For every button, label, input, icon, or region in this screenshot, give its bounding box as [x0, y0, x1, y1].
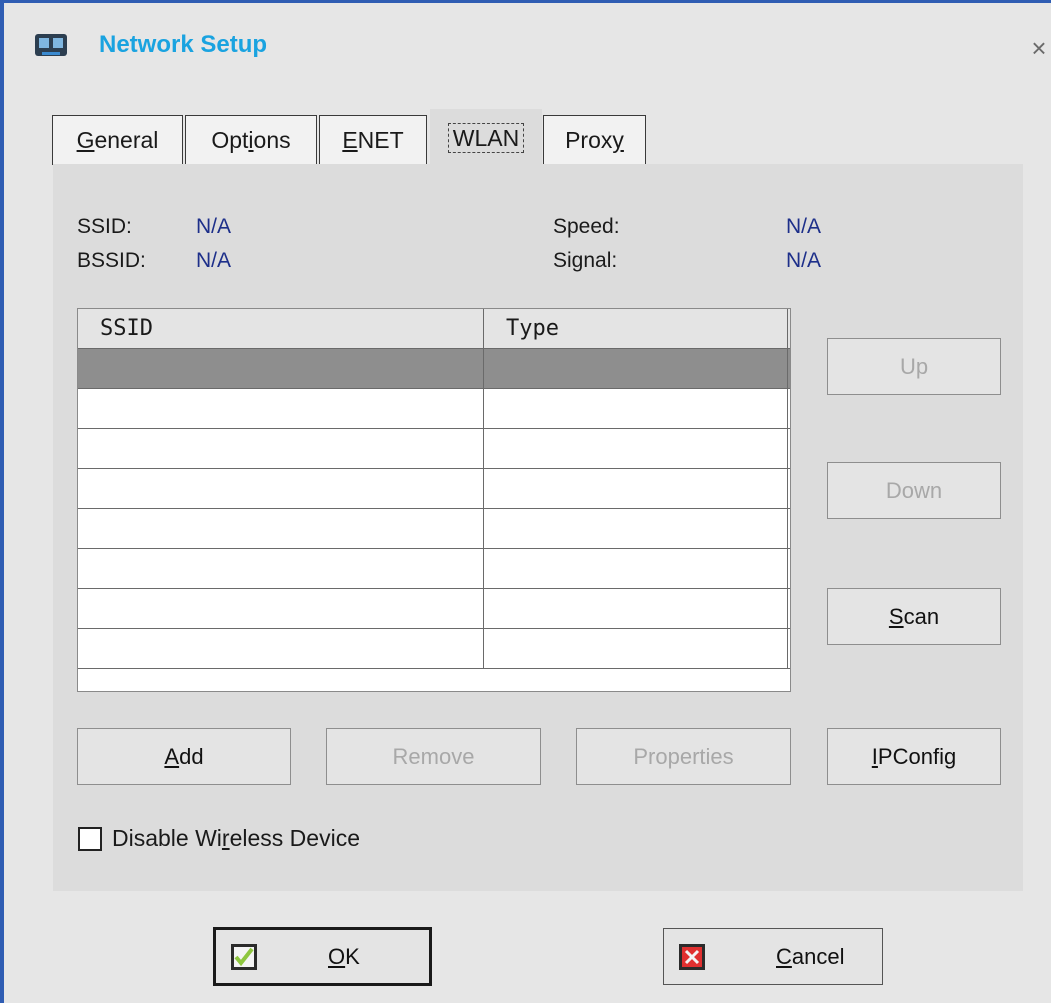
bssid-value: N/A — [196, 249, 232, 272]
cell-ssid — [78, 429, 484, 468]
list-row[interactable] — [78, 589, 790, 629]
add-button[interactable]: Add — [77, 728, 291, 785]
cell-type — [484, 589, 788, 628]
scan-button[interactable]: Scan — [827, 588, 1001, 645]
cell-type — [484, 389, 788, 428]
remove-button[interactable]: Remove — [326, 728, 541, 785]
cell-ssid — [78, 509, 484, 548]
cell-type — [484, 629, 788, 668]
ok-label: OK — [328, 943, 360, 969]
cell-type — [484, 549, 788, 588]
list-row[interactable] — [78, 349, 790, 389]
network-setup-window: Network Setup × General Options ENET WLA… — [0, 0, 1051, 1003]
cell-type — [484, 349, 788, 388]
list-row[interactable] — [78, 629, 790, 669]
tab-label: Options — [211, 127, 291, 153]
cell-ssid — [78, 549, 484, 588]
properties-button[interactable]: Properties — [576, 728, 791, 785]
ssid-value: N/A — [196, 215, 232, 238]
cancel-label: Cancel — [776, 943, 845, 969]
tab-label: ENET — [342, 127, 404, 153]
check-icon — [231, 943, 257, 970]
cell-type — [484, 429, 788, 468]
signal-label: Signal: — [553, 249, 618, 272]
column-header-ssid[interactable]: SSID — [78, 309, 484, 348]
x-icon — [679, 943, 705, 970]
tab-general[interactable]: General — [52, 115, 183, 165]
ipconfig-button[interactable]: I PConfig — [827, 728, 1001, 785]
list-row[interactable] — [78, 389, 790, 429]
cell-ssid — [78, 589, 484, 628]
speed-label: Speed: — [553, 215, 620, 238]
window-title: Network Setup — [99, 31, 268, 58]
disable-wireless-label: Disable Wireless Device — [112, 825, 360, 851]
list-row[interactable] — [78, 509, 790, 549]
signal-value: N/A — [786, 249, 822, 272]
cell-ssid — [78, 629, 484, 668]
network-list[interactable]: SSID Type — [77, 308, 791, 692]
ssid-label: SSID: — [77, 215, 132, 238]
tab-enet[interactable]: ENET — [319, 115, 427, 165]
disable-wireless-checkbox[interactable] — [78, 826, 102, 851]
list-row[interactable] — [78, 549, 790, 589]
list-row[interactable] — [78, 469, 790, 509]
cell-ssid — [78, 349, 484, 388]
bssid-label: BSSID: — [77, 249, 146, 272]
disable-wireless-checkbox-row[interactable]: Disable Wireless Device — [78, 825, 360, 852]
tab-proxy[interactable]: Proxy — [543, 115, 646, 165]
up-button[interactable]: Up — [827, 338, 1001, 395]
tab-label: General — [76, 127, 159, 153]
ok-button[interactable]: OK — [213, 927, 432, 986]
cell-ssid — [78, 389, 484, 428]
speed-value: N/A — [786, 215, 822, 238]
tab-options[interactable]: Options — [185, 115, 317, 165]
tab-label: Proxy — [565, 127, 624, 153]
list-row[interactable] — [78, 429, 790, 469]
cell-type — [484, 509, 788, 548]
cancel-button[interactable]: Cancel — [663, 928, 883, 985]
column-header-type[interactable]: Type — [484, 309, 788, 348]
tab-wlan[interactable]: WLAN — [430, 109, 542, 165]
down-button[interactable]: Down — [827, 462, 1001, 519]
network-icon — [35, 34, 67, 56]
cell-ssid — [78, 469, 484, 508]
list-header: SSID Type — [78, 309, 790, 349]
tab-label: WLAN — [447, 122, 525, 153]
cell-type — [484, 469, 788, 508]
close-icon[interactable]: × — [1022, 31, 1051, 65]
